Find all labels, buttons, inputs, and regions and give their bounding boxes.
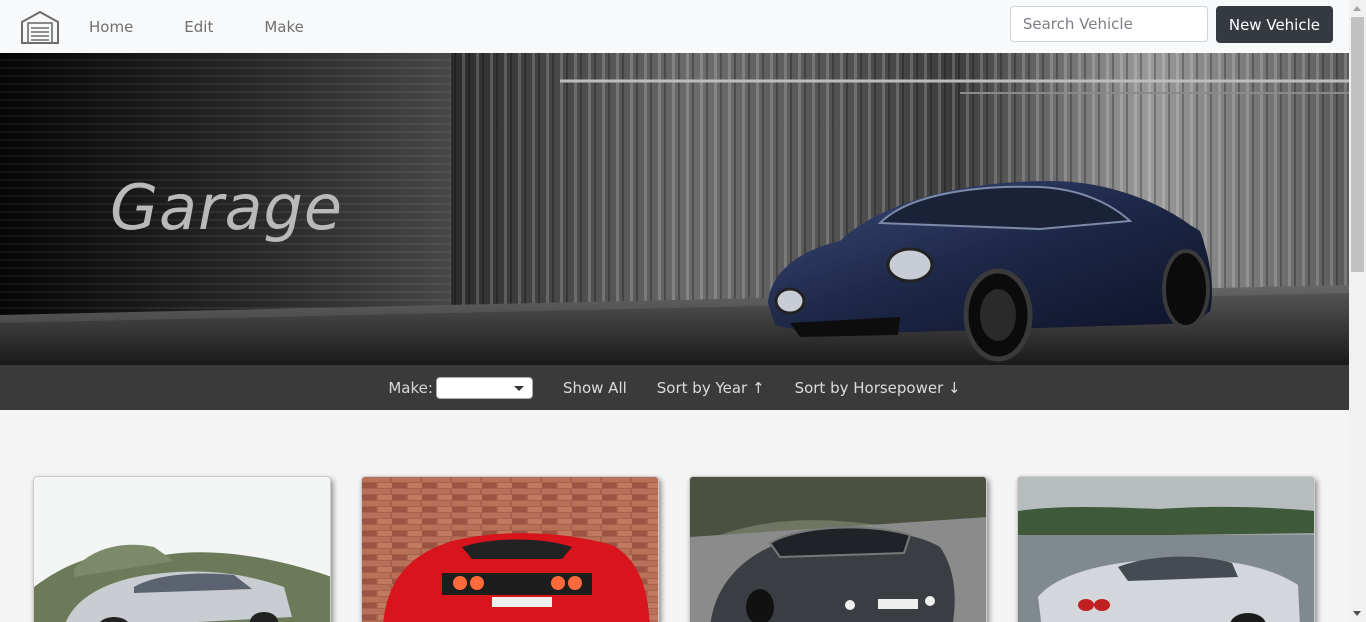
sort-by-year-link[interactable]: Sort by Year ↑ <box>657 379 765 397</box>
vehicle-card-list <box>33 476 1345 622</box>
navbar: Home Edit Make New Vehicle <box>0 0 1349 53</box>
scroll-thumb[interactable] <box>1351 17 1364 272</box>
vehicle-card[interactable] <box>1017 476 1315 622</box>
page-scrollbar[interactable] <box>1349 0 1366 622</box>
page: Home Edit Make New Vehicle <box>0 0 1366 622</box>
sort-by-horsepower-link[interactable]: Sort by Horsepower ↓ <box>795 379 961 397</box>
red-sports-car-photo <box>362 477 658 622</box>
new-vehicle-button[interactable]: New Vehicle <box>1215 6 1333 43</box>
vehicle-card[interactable] <box>33 476 331 622</box>
show-all-link[interactable]: Show All <box>563 379 627 397</box>
search-vehicle-input[interactable] <box>1009 6 1208 42</box>
dark-gray-sedan-photo <box>690 477 986 622</box>
silver-sedan-photo <box>34 477 330 622</box>
silver-coupe-photo <box>1018 477 1314 622</box>
nav-link-make[interactable]: Make <box>264 18 304 36</box>
scroll-down-arrow-icon[interactable] <box>1353 611 1361 616</box>
nav-link-home[interactable]: Home <box>89 18 133 36</box>
scroll-up-arrow-icon[interactable] <box>1353 6 1361 11</box>
hero-title: Garage <box>110 171 344 244</box>
make-filter-label: Make: <box>388 378 433 397</box>
nav-link-edit[interactable]: Edit <box>184 18 213 36</box>
vehicle-card[interactable] <box>361 476 659 622</box>
garage-icon[interactable] <box>20 7 60 47</box>
chevron-down-icon <box>513 385 524 391</box>
nav-links: Home Edit Make <box>89 18 355 36</box>
make-select[interactable] <box>435 376 533 399</box>
nav-actions: New Vehicle <box>1009 6 1333 43</box>
hero-banner: Garage <box>0 53 1349 365</box>
vehicle-card[interactable] <box>689 476 987 622</box>
filter-bar: Make: Show All Sort by Year ↑ Sort by Ho… <box>0 365 1349 410</box>
